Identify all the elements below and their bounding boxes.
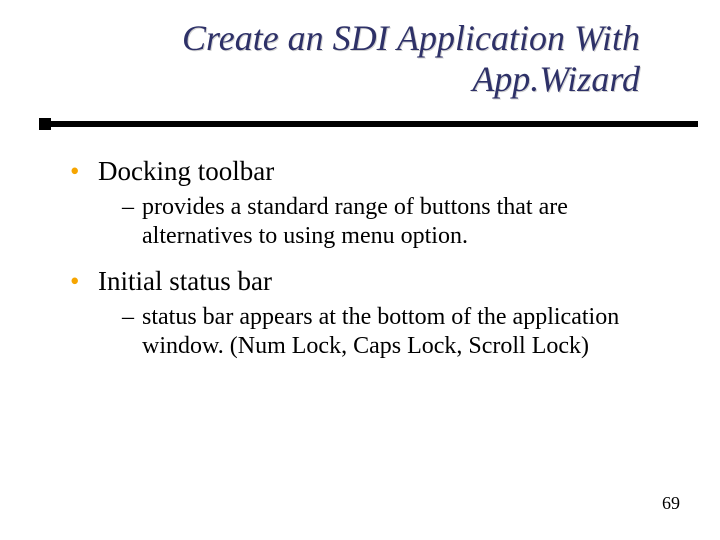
list-item: Initial status bar status bar appears at…	[70, 265, 650, 361]
list-item: Docking toolbar provides a standard rang…	[70, 155, 650, 251]
slide-body: Docking toolbar provides a standard rang…	[70, 155, 650, 375]
bullet-list: Docking toolbar provides a standard rang…	[70, 155, 650, 361]
horizontal-rule	[42, 121, 698, 127]
sub-list: provides a standard range of buttons tha…	[98, 193, 650, 251]
sub-bullet-text: provides a standard range of buttons tha…	[142, 194, 568, 249]
sub-list: status bar appears at the bottom of the …	[98, 303, 650, 361]
sub-list-item: provides a standard range of buttons tha…	[122, 193, 650, 251]
page-number: 69	[662, 493, 680, 514]
title-line-2: App.Wizard	[472, 59, 640, 99]
slide-title: Create an SDI Application With App.Wizar…	[90, 18, 640, 101]
bullet-label: Initial status bar	[98, 266, 272, 296]
slide: Create an SDI Application With App.Wizar…	[0, 0, 720, 540]
bullet-label: Docking toolbar	[98, 156, 274, 186]
sub-bullet-text: status bar appears at the bottom of the …	[142, 304, 619, 359]
title-line-1: Create an SDI Application With	[182, 18, 640, 58]
sub-list-item: status bar appears at the bottom of the …	[122, 303, 650, 361]
